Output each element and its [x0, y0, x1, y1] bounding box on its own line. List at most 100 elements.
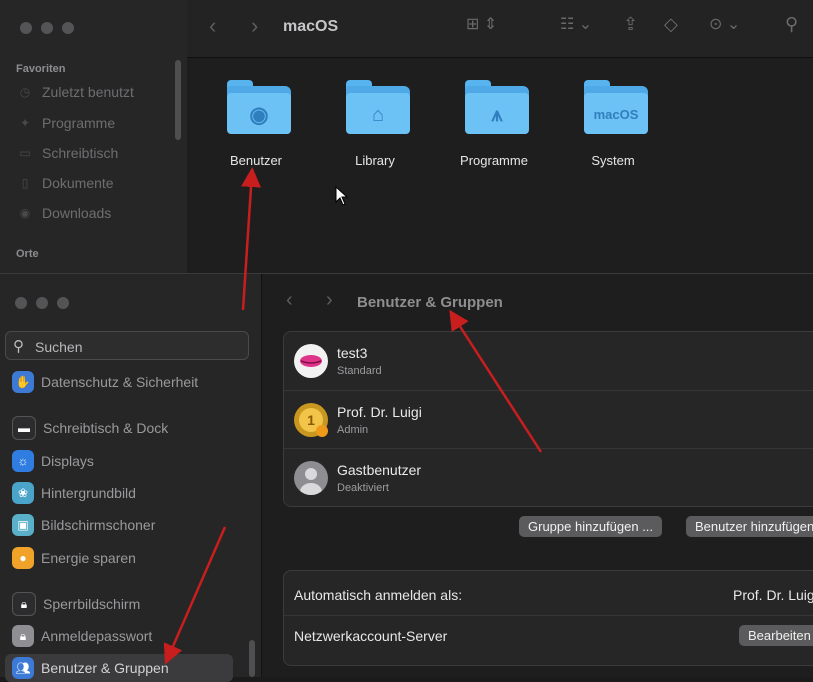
tag-icon[interactable]: ◇ — [664, 14, 678, 35]
svg-text:1: 1 — [307, 412, 315, 428]
flower-icon: ❀ — [12, 482, 34, 504]
sidebar-item-label: Sperrbildschirm — [43, 596, 141, 612]
document-icon: ▯ — [21, 176, 29, 190]
sun-icon: ☼ — [12, 450, 34, 472]
window-controls[interactable] — [15, 297, 69, 309]
window-controls[interactable] — [20, 22, 74, 34]
settings-header: ‹ › Benutzer & Gruppen — [262, 274, 813, 330]
sidebar-item-label: Schreibtisch & Dock — [43, 420, 169, 436]
more-actions-icon[interactable]: ⊙ ⌄ — [709, 14, 740, 34]
sidebar-item-label: Energie sparen — [41, 550, 136, 566]
minimize-window-button[interactable] — [36, 297, 48, 309]
sidebar-item-energy[interactable]: ● Energie sparen — [5, 544, 233, 572]
search-field[interactable]: ⚲ — [5, 331, 249, 360]
sidebar-item-label: Schreibtisch — [42, 145, 119, 161]
medal-avatar: 1 — [294, 403, 328, 437]
folder-programme[interactable]: ⩚ Programme — [434, 80, 554, 180]
group-icon[interactable]: ☷ ⌄ — [560, 14, 592, 34]
close-window-button[interactable] — [15, 297, 27, 309]
sidebar-item-documents[interactable]: ▯ Dokumente — [16, 171, 114, 195]
user-row-prof-dr-luigi[interactable]: 1 Prof. Dr. Luigi Admin — [284, 390, 813, 449]
search-input[interactable] — [33, 336, 237, 357]
sidebar-scrollbar[interactable] — [249, 640, 255, 677]
network-server-label: Netzwerkaccount-Server — [294, 628, 448, 644]
user-name: test3 — [337, 345, 368, 361]
user-role: Admin — [337, 424, 369, 436]
sidebar-scrollbar[interactable] — [175, 60, 181, 140]
sidebar-item-displays[interactable]: ☼ Displays — [5, 447, 233, 475]
sidebar-item-lock-screen[interactable]: 🔒︎ Sperrbildschirm — [5, 590, 233, 618]
macos-folder-icon: macOS — [584, 80, 648, 134]
zoom-window-button[interactable] — [57, 297, 69, 309]
auto-login-value[interactable]: Prof. Dr. Luigi — [733, 587, 813, 603]
sidebar-item-users-groups[interactable]: 👥︎ Benutzer & Gruppen — [5, 654, 233, 682]
dock-icon: ▬ — [12, 416, 36, 440]
sidebar-item-label: Displays — [41, 453, 94, 469]
lock-screen-icon: 🔒︎ — [12, 592, 36, 616]
zoom-window-button[interactable] — [62, 22, 74, 34]
share-icon[interactable]: ⇪ — [623, 14, 638, 35]
favorites-heading: Favoriten — [16, 63, 66, 75]
sidebar-item-screensaver[interactable]: ▣ Bildschirmschoner — [5, 511, 233, 539]
folder-label: System — [591, 153, 635, 168]
sidebar-item-privacy-security[interactable]: ✋ Datenschutz & Sicherheit — [5, 368, 233, 396]
sidebar-item-applications[interactable]: ✦ Programme — [16, 111, 115, 135]
auto-login-row[interactable]: Automatisch anmelden als: Prof. Dr. Luig… — [284, 575, 813, 615]
folder-system[interactable]: macOS System — [553, 80, 673, 180]
page-title: Benutzer & Gruppen — [357, 294, 503, 311]
sidebar-item-desktop-dock[interactable]: ▬ Schreibtisch & Dock — [5, 414, 233, 442]
sidebar-item-login-password[interactable]: 🔒︎ Anmeldepasswort — [5, 622, 233, 650]
user-folder-icon: ◉ — [227, 80, 291, 134]
minimize-window-button[interactable] — [41, 22, 53, 34]
back-icon[interactable]: ‹ — [286, 289, 293, 312]
sidebar-item-label: Datenschutz & Sicherheit — [41, 374, 199, 390]
folder-label: Library — [355, 153, 395, 168]
window-title: macOS — [283, 18, 339, 35]
sidebar-item-downloads[interactable]: ◉ Downloads — [16, 201, 112, 225]
sidebar-item-label: Zuletzt benutzt — [42, 84, 134, 100]
close-window-button[interactable] — [20, 22, 32, 34]
applications-folder-icon: ⩚ — [465, 80, 529, 134]
sidebar-item-recents[interactable]: ◷ Zuletzt benutzt — [16, 80, 134, 104]
library-folder-icon: ⌂ — [346, 80, 410, 134]
lips-avatar — [294, 344, 328, 378]
search-icon[interactable]: ⚲ — [785, 14, 798, 35]
sidebar-item-wallpaper[interactable]: ❀ Hintergrundbild — [5, 479, 233, 507]
system-settings-window: ⚲ ✋ Datenschutz & Sicherheit ▬ Schreibti… — [0, 273, 813, 682]
network-server-row: Netzwerkaccount-Server Bearbeiten ... — [284, 615, 813, 656]
view-mode-icon[interactable]: ⊞ ⇕ — [466, 14, 497, 34]
sidebar-item-label: Bildschirmschoner — [41, 517, 156, 533]
edit-network-server-button[interactable]: Bearbeiten ... — [739, 625, 813, 646]
hand-icon: ✋ — [12, 371, 34, 393]
search-icon: ⚲ — [13, 338, 24, 355]
folder-benutzer[interactable]: ◉ Benutzer — [196, 80, 316, 180]
desktop-icon: ▭ — [19, 146, 31, 160]
sidebar-item-label: Downloads — [42, 205, 112, 221]
screensaver-icon: ▣ — [12, 514, 34, 536]
sidebar-item-label: Dokumente — [42, 175, 114, 191]
finder-toolbar: ‹ › macOS ⊞ ⇕ ☷ ⌄ ⇪ ◇ ⊙ ⌄ ⚲ — [187, 0, 813, 58]
add-user-button[interactable]: Benutzer hinzufügen ... — [686, 516, 813, 537]
folder-label: Benutzer — [229, 153, 283, 168]
user-name: Gastbenutzer — [337, 462, 422, 478]
sidebar-item-label: Anmeldepasswort — [41, 628, 153, 644]
user-role: Standard — [337, 365, 382, 377]
settings-sidebar: ⚲ ✋ Datenschutz & Sicherheit ▬ Schreibti… — [0, 274, 262, 682]
mouse-cursor-icon — [335, 186, 349, 206]
lightbulb-icon: ● — [12, 547, 34, 569]
folder-library[interactable]: ⌂ Library — [315, 80, 435, 180]
auto-login-label: Automatisch anmelden als: — [294, 587, 463, 603]
user-row-guest[interactable]: Gastbenutzer Deaktiviert — [284, 448, 813, 507]
user-row-test3[interactable]: test3 Standard — [284, 332, 813, 390]
forward-icon[interactable]: › — [326, 289, 333, 312]
sidebar-item-label: Hintergrundbild — [41, 485, 136, 501]
back-icon[interactable]: ‹ — [209, 13, 216, 39]
add-group-button[interactable]: Gruppe hinzufügen ... — [519, 516, 663, 537]
sidebar-item-desktop[interactable]: ▭ Schreibtisch — [16, 141, 118, 165]
apps-icon: ✦ — [19, 116, 31, 130]
forward-icon[interactable]: › — [251, 13, 258, 39]
guest-avatar — [294, 461, 328, 495]
clock-icon: ◷ — [19, 85, 31, 99]
user-role: Deaktiviert — [337, 482, 389, 494]
sidebar-item-label: Programme — [42, 115, 116, 131]
